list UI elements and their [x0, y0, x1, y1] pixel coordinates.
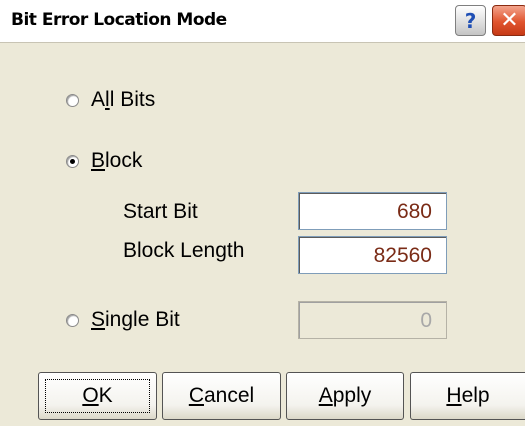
apply-button[interactable]: Apply — [286, 372, 404, 420]
radio-single-bit-indicator[interactable] — [66, 313, 79, 327]
help-icon[interactable]: ? — [455, 5, 486, 36]
bit-error-location-mode-dialog: Bit Error Location Mode ? ✕ All Bits Blo… — [0, 0, 525, 426]
single-bit-input: 0 — [298, 301, 447, 339]
cancel-button[interactable]: Cancel — [162, 372, 281, 420]
window-title: Bit Error Location Mode — [11, 10, 227, 30]
ok-button[interactable]: OK — [38, 372, 157, 420]
start-bit-label: Start Bit — [123, 200, 198, 223]
radio-all-bits-indicator[interactable] — [66, 93, 79, 107]
radio-all-bits[interactable]: All Bits — [66, 88, 155, 112]
ok-focus-rect — [45, 379, 150, 413]
radio-block-indicator[interactable] — [66, 154, 79, 168]
radio-block[interactable]: Block — [66, 149, 142, 173]
radio-single-bit-label: Single Bit — [91, 308, 180, 331]
apply-button-label: Apply — [318, 384, 372, 407]
cancel-button-label: Cancel — [188, 384, 255, 407]
title-bar[interactable]: Bit Error Location Mode ? ✕ — [0, 0, 525, 43]
radio-single-bit[interactable]: Single Bit — [66, 308, 180, 332]
block-length-input[interactable]: 82560 — [298, 236, 447, 274]
start-bit-input[interactable]: 680 — [298, 192, 447, 230]
help-button-label: Help — [446, 384, 490, 407]
help-button[interactable]: Help — [410, 372, 525, 420]
radio-block-label: Block — [91, 149, 143, 172]
block-length-label: Block Length — [123, 239, 245, 262]
close-icon[interactable]: ✕ — [492, 5, 525, 36]
radio-all-bits-label: All Bits — [91, 88, 156, 111]
